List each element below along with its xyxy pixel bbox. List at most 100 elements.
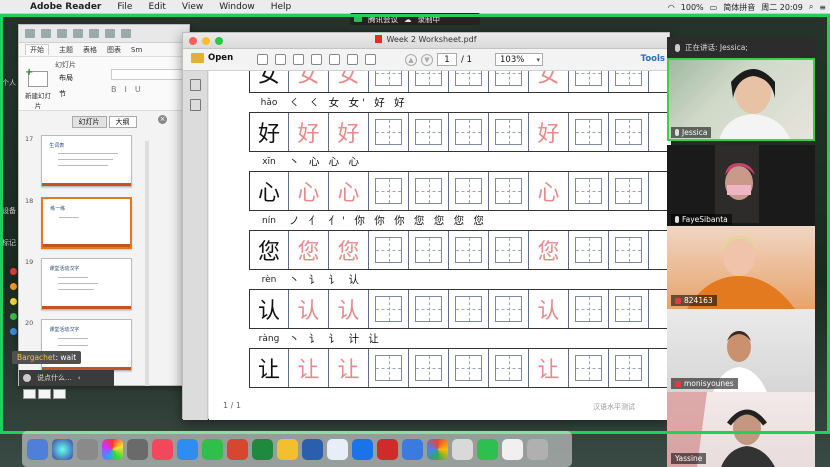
notes-input[interactable]: 说点什么... ‹ (19, 370, 114, 386)
save-icon[interactable] (57, 29, 67, 38)
underline-button[interactable]: U (135, 85, 141, 94)
slide-thumb-row[interactable]: 17 生词表 (25, 135, 133, 187)
tools-button[interactable]: Tools (641, 54, 665, 64)
tag-blue[interactable] (10, 328, 17, 335)
menu-window[interactable]: Window (211, 2, 263, 12)
tag-orange[interactable] (10, 283, 17, 290)
font-box[interactable] (111, 69, 187, 80)
app-store-icon[interactable] (177, 438, 198, 460)
sorter-view-button[interactable] (38, 389, 51, 399)
participant-tile[interactable]: monisyounes (667, 309, 815, 392)
wechat-icon[interactable] (477, 438, 498, 460)
tab-slides[interactable]: 幻灯片 (71, 116, 107, 128)
email-icon[interactable] (365, 54, 376, 65)
edit-icon[interactable] (293, 54, 304, 65)
tab-smartart[interactable]: Sm (131, 46, 142, 54)
grid-guide (575, 296, 602, 322)
tencent-docs-icon[interactable] (352, 438, 373, 460)
tab-table[interactable]: 表格 (83, 45, 97, 55)
bold-button[interactable]: B (111, 85, 117, 94)
music-icon[interactable] (152, 438, 173, 460)
acrobat-icon[interactable] (377, 438, 398, 460)
paste-icon[interactable] (121, 29, 131, 38)
pdf-page-area[interactable]: 女女女女 hǎo ㇛ ㇛ 女 女' 好 好好好好好 xīn 丶 心 心 心心心心心 nín… (209, 71, 671, 420)
upload-icon[interactable] (311, 54, 322, 65)
home-icon[interactable] (25, 29, 35, 38)
keynote-icon[interactable] (127, 438, 148, 460)
participant-tile[interactable]: 824163 (667, 226, 815, 309)
tag-green[interactable] (10, 313, 17, 320)
print-icon[interactable] (73, 29, 83, 38)
next-page-button[interactable]: ▼ (421, 53, 433, 66)
participant-tile[interactable]: FayeSibanta (667, 145, 815, 228)
normal-view-button[interactable] (23, 389, 36, 399)
launchpad-icon[interactable] (77, 438, 98, 460)
slide-thumb-row[interactable]: 18 练一练 (25, 197, 133, 249)
participant-tile[interactable]: Yassine (667, 392, 815, 467)
clock[interactable]: 周二 20:09 (761, 2, 803, 13)
slide-thumb-row[interactable]: 19 课堂活动汉字 (25, 258, 133, 310)
search-icon[interactable]: ⌕ (809, 2, 813, 12)
slide-title: 课堂活动汉字 (49, 266, 80, 272)
create-pdf-icon[interactable] (257, 54, 268, 65)
tencent-meeting-icon[interactable] (327, 438, 348, 460)
italic-button[interactable]: I (125, 85, 127, 94)
tab-outline[interactable]: 大纲 (108, 116, 137, 128)
control-center-icon[interactable]: ≡ (819, 3, 826, 12)
participant-tile[interactable]: Jessica (667, 58, 815, 141)
tab-chart[interactable]: 图表 (107, 45, 121, 55)
input-method[interactable]: 简体拼音 (723, 2, 755, 13)
section-button[interactable]: 节 (59, 89, 66, 99)
grid-guide (495, 237, 522, 263)
pages-panel-icon[interactable] (189, 79, 201, 91)
word-icon[interactable] (302, 438, 323, 460)
copy-icon[interactable] (105, 29, 115, 38)
menu-help[interactable]: Help (263, 2, 300, 12)
layout-button[interactable]: 布局 (59, 73, 73, 83)
facetime-icon[interactable] (202, 438, 223, 460)
battery-label[interactable]: 100% (681, 3, 704, 12)
export-icon[interactable] (275, 54, 286, 65)
finder-icon[interactable] (27, 438, 48, 460)
wifi-icon[interactable]: ◠ (668, 3, 675, 12)
zoom-select[interactable]: 103% (495, 53, 543, 66)
slide-thumbnail[interactable]: 生词表 (41, 135, 133, 187)
tab-home[interactable]: 开始 (25, 44, 49, 55)
preview-icon[interactable] (452, 438, 473, 460)
outlook-icon[interactable] (277, 438, 298, 460)
chevron-left-icon[interactable]: ‹ (78, 374, 81, 382)
menu-file[interactable]: File (109, 2, 140, 12)
trash-icon[interactable] (527, 438, 548, 460)
excel-icon[interactable] (252, 438, 273, 460)
attachment-icon[interactable] (189, 99, 201, 111)
reading-view-button[interactable] (53, 389, 66, 399)
tab-theme[interactable]: 主题 (59, 45, 73, 55)
slide-scrollbar[interactable] (145, 141, 149, 386)
powerpoint-icon[interactable] (227, 438, 248, 460)
menu-app-name[interactable]: Adobe Reader (22, 2, 109, 12)
grid-icon[interactable] (41, 29, 51, 38)
open-button[interactable]: Open (191, 53, 233, 63)
close-icon[interactable]: × (158, 115, 167, 124)
page-input[interactable]: 1 (437, 53, 457, 66)
battery-icon[interactable]: ▭ (710, 3, 718, 12)
chrome-icon[interactable] (427, 438, 448, 460)
photos-icon[interactable] (102, 438, 123, 460)
tag-red[interactable] (10, 268, 17, 275)
feishu-icon[interactable] (402, 438, 423, 460)
menu-edit[interactable]: Edit (140, 2, 173, 12)
slide-thumbnail-selected[interactable]: 练一练 (41, 197, 133, 249)
print-icon[interactable] (347, 54, 358, 65)
slide-thumbnail[interactable]: 课堂活动汉字 (41, 258, 133, 310)
siri-icon[interactable] (52, 438, 73, 460)
tag-yellow[interactable] (10, 298, 17, 305)
menu-view[interactable]: View (174, 2, 211, 12)
save-icon[interactable] (329, 54, 340, 65)
new-slide-button[interactable]: 新建幻灯片 (23, 67, 53, 110)
prev-page-button[interactable]: ▲ (405, 53, 417, 66)
cloud-icon: ☁ (404, 14, 412, 24)
cut-icon[interactable] (89, 29, 99, 38)
documents-icon[interactable] (502, 438, 523, 460)
pdf-titlebar: Week 2 Worksheet.pdf (183, 33, 669, 49)
meeting-status-pill[interactable]: 腾讯会议 ☁ 录制中 (350, 13, 480, 25)
